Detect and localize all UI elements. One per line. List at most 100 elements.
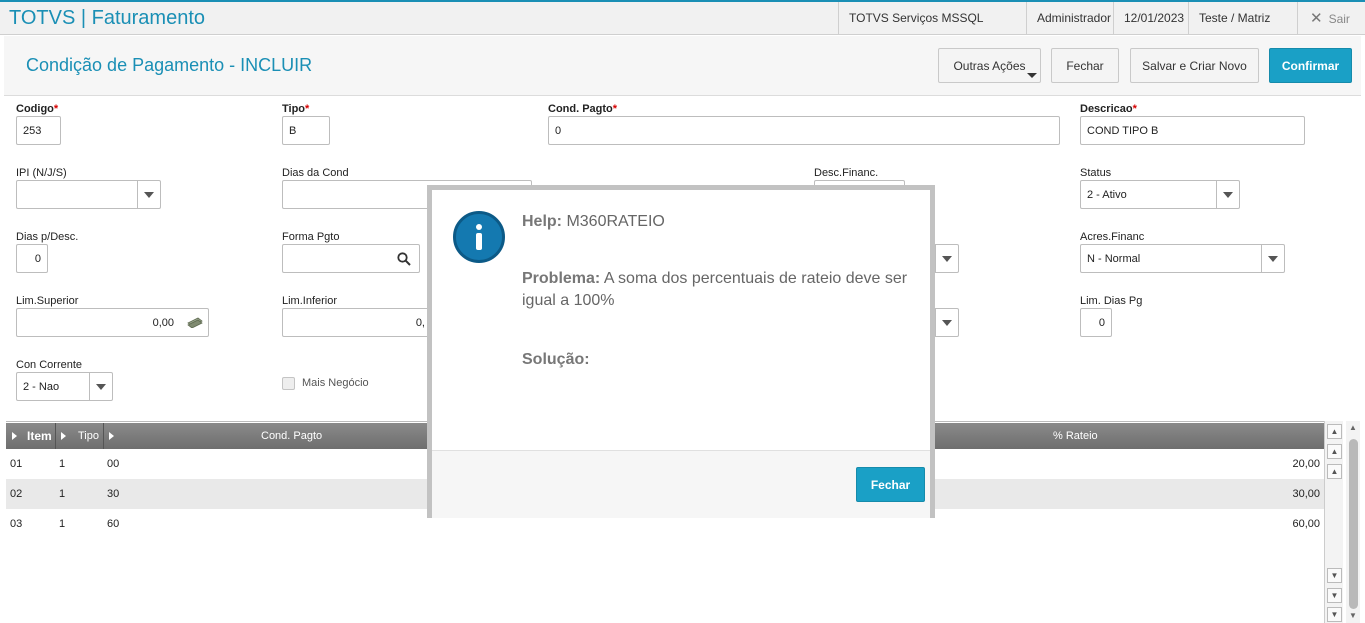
cond-pagto-label: Cond. Pagto* [548, 103, 618, 115]
col-tipo[interactable]: Tipo [78, 430, 99, 442]
scroll-bottom-icon[interactable]: ▼ [1327, 607, 1342, 622]
codigo-field[interactable]: 253 [16, 116, 61, 145]
ipi-label: IPI (N/J/S) [16, 167, 67, 179]
server-info: TOTVS Serviços MSSQL 12.1.332 [838, 2, 1026, 58]
dias-cond-label: Dias da Cond [282, 167, 349, 179]
help-dialog: Help: M360RATEIO Problema: A soma dos pe… [427, 185, 935, 518]
dias-desc-label: Dias p/Desc. [16, 231, 79, 243]
help-label: Help: [522, 213, 562, 230]
descricao-label: Descricao* [1080, 103, 1137, 115]
page-title: Condição de Pagamento - INCLUIR [26, 55, 313, 75]
forma-pgto-field[interactable] [282, 244, 420, 273]
cell-tipo: 1 [59, 488, 66, 500]
sort-icon [61, 432, 66, 440]
search-icon[interactable] [397, 252, 411, 266]
help-line: Help: M360RATEIO [522, 211, 665, 233]
user-name[interactable]: Administrador [1026, 2, 1113, 35]
con-corrente-label: Con Corrente [16, 359, 83, 371]
acres-financ-value: N - Normal [1087, 252, 1141, 265]
lim-superior-label: Lim.Superior [16, 295, 79, 307]
help-code: M360RATEIO [566, 213, 665, 230]
money-icon[interactable] [187, 316, 203, 328]
chevron-down-icon[interactable] [935, 245, 958, 272]
chevron-down-icon[interactable] [1216, 181, 1239, 208]
exit-label: Sair [1328, 12, 1350, 26]
scroll-up-icon[interactable]: ▲ [1327, 464, 1342, 479]
top-bar: TOTVS | Faturamento TOTVS Serviços MSSQL… [0, 0, 1365, 58]
save-and-new-button[interactable]: Salvar e Criar Novo [1130, 48, 1259, 83]
other-actions-button[interactable]: Outras Ações [938, 48, 1041, 83]
scrollbar-thumb[interactable] [1349, 439, 1358, 609]
lim-superior-field[interactable]: 0,00 [16, 308, 209, 337]
exit-button[interactable]: ✕ Sair [1297, 2, 1365, 35]
dialog-footer: Fechar [432, 450, 930, 518]
status-label: Status [1080, 167, 1112, 179]
descricao-field[interactable]: COND TIPO B [1080, 116, 1305, 145]
cell-cond: 30 [107, 488, 120, 500]
cell-rateio: 60,00 [1292, 518, 1320, 530]
page-header: Condição de Pagamento - INCLUIR Outras A… [4, 36, 1361, 96]
chevron-down-icon[interactable] [137, 181, 160, 208]
scroll-down-icon[interactable]: ▼ [1349, 611, 1357, 620]
col-rateio[interactable]: % Rateio [1053, 430, 1098, 442]
forma-pgto-label: Forma Pgto [282, 231, 340, 243]
lim-dias-pg-label: Lim. Dias Pg [1080, 295, 1143, 307]
scroll-up-icon[interactable]: ▲ [1349, 423, 1357, 432]
page-up-icon[interactable]: ▲ [1327, 444, 1342, 459]
col-item[interactable]: Item [27, 429, 52, 443]
chevron-down-icon [1027, 73, 1037, 78]
lim-dias-pg-field[interactable]: 0 [1080, 308, 1112, 337]
problem-label: Problema: [522, 270, 601, 287]
con-corrente-value: 2 - Nao [23, 380, 60, 393]
tipo-field[interactable]: B [282, 116, 330, 145]
codigo-label: Codigo* [16, 103, 59, 115]
scroll-top-icon[interactable]: ▲ [1327, 424, 1342, 439]
system-date[interactable]: 12/01/2023 [1113, 2, 1188, 35]
mais-negocio-checkbox[interactable] [282, 377, 295, 390]
acres-financ-label: Acres.Financ [1080, 231, 1145, 243]
page-down-icon[interactable]: ▼ [1327, 588, 1342, 603]
cell-item: 02 [10, 488, 23, 500]
scroll-down-icon[interactable]: ▼ [1327, 568, 1342, 583]
dialog-close-button[interactable]: Fechar [856, 467, 925, 502]
cell-rateio: 20,00 [1292, 458, 1320, 470]
lim-superior-value: 0,00 [152, 316, 174, 329]
solution-line: Solução: [522, 349, 590, 371]
status-value: 2 - Ativo [1087, 188, 1127, 201]
desc-financ-label: Desc.Financ. [814, 167, 879, 179]
chevron-down-icon[interactable] [935, 309, 958, 336]
cell-rateio: 30,00 [1292, 488, 1320, 500]
cell-item: 01 [10, 458, 23, 470]
sort-icon [109, 432, 114, 440]
close-icon: ✕ [1310, 10, 1323, 27]
page-scrollbar[interactable]: ▲ ▼ [1346, 421, 1360, 623]
sort-icon [12, 432, 17, 440]
info-icon [453, 211, 505, 263]
grid-scrollbar[interactable]: ▲ ▲ ▲ ▼ ▼ ▼ [1324, 421, 1343, 623]
col-cond-pagto[interactable]: Cond. Pagto [261, 430, 322, 442]
ipi-select[interactable] [16, 180, 161, 209]
acres-financ-select[interactable]: N - Normal [1080, 244, 1285, 273]
chevron-down-icon[interactable] [1261, 245, 1284, 272]
mais-negocio-label: Mais Negócio [302, 377, 369, 389]
cell-cond: 00 [107, 458, 120, 470]
chevron-down-icon[interactable] [89, 373, 112, 400]
other-actions-label: Outras Ações [953, 58, 1026, 73]
close-button[interactable]: Fechar [1051, 48, 1119, 83]
dias-desc-field[interactable]: 0 [16, 244, 48, 273]
confirm-button[interactable]: Confirmar [1269, 48, 1352, 83]
cell-tipo: 1 [59, 518, 66, 530]
lim-inferior-field[interactable]: 0, [282, 308, 432, 337]
cell-tipo: 1 [59, 458, 66, 470]
cond-pagto-field[interactable]: 0 [548, 116, 1060, 145]
lim-inferior-label: Lim.Inferior [282, 295, 338, 307]
solution-label: Solução: [522, 351, 590, 368]
problem-line: Problema: A soma dos percentuais de rate… [522, 268, 918, 312]
status-select[interactable]: 2 - Ativo [1080, 180, 1240, 209]
cell-item: 03 [10, 518, 23, 530]
branch-info[interactable]: Teste / Matriz [1188, 2, 1297, 35]
app-title: TOTVS | Faturamento [9, 7, 206, 29]
cell-cond: 60 [107, 518, 120, 530]
con-corrente-select[interactable]: 2 - Nao [16, 372, 113, 401]
tipo-label: Tipo* [282, 103, 310, 115]
